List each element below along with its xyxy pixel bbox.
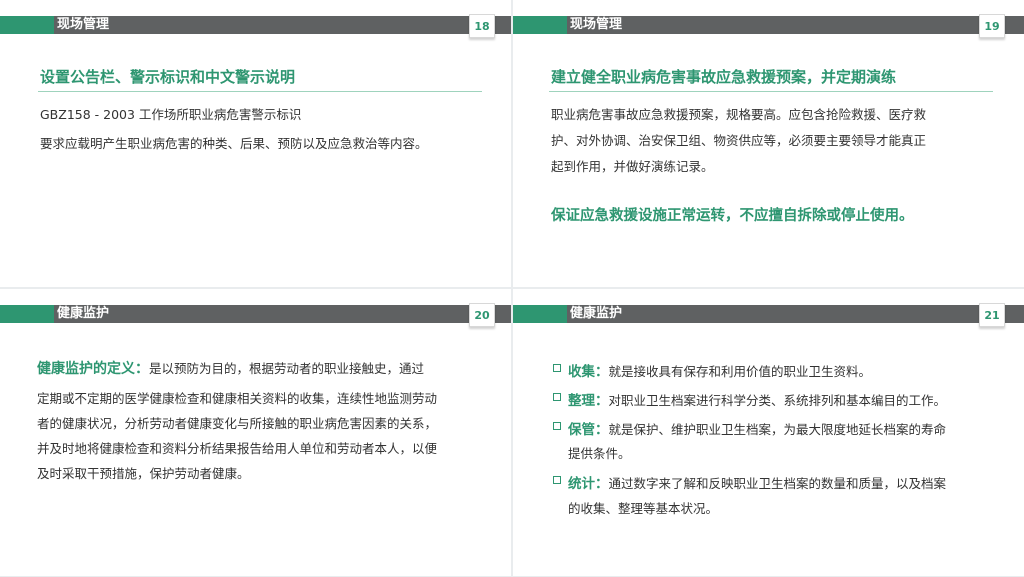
item-term: 统计： (568, 476, 609, 492)
item-text: 提供条件。 (568, 446, 631, 461)
body-line: 护、对外协调、治安保卫组、物资供应等，必须要主要领导才能真正 (551, 133, 927, 148)
item-text: 对职业卫生档案进行科学分类、系统排列和基本编目的工作。 (608, 393, 947, 408)
item-text: 就是保护、维护职业卫生档案，为最大限度地延长档案的寿命 (608, 422, 947, 437)
slide-20: 健康监护 20 健康监护的定义：是以预防为目的，根据劳动者的职业接触史，通过 定… (0, 289, 511, 576)
page-number: 18 (469, 14, 495, 38)
section-header: 健康监护 (0, 305, 511, 323)
item-text: 通过数字来了解和反映职业卫生档案的数量和质量，以及档案 (608, 476, 947, 491)
section-title: 现场管理 (57, 17, 110, 32)
slide-heading: 建立健全职业病危害事故应急救援预案，并定期演练 (551, 68, 897, 86)
item-term: 收集： (568, 364, 609, 380)
body-line: 者的健康状况，分析劳动者健康变化与所接触的职业病危害因素的关系， (37, 416, 438, 431)
body-line: 定期或不定期的医学健康检查和健康相关资料的收集，连续性地监测劳动 (37, 391, 438, 406)
slide-21: 健康监护 21 收集：就是接收具有保存和利用价值的职业卫生资料。 整理：对职业卫… (513, 289, 1024, 576)
item-term: 整理： (568, 393, 609, 409)
header-accent (513, 305, 567, 323)
section-header: 现场管理 (513, 16, 1024, 34)
section-title: 健康监护 (57, 306, 110, 321)
section-header: 健康监护 (513, 305, 1024, 323)
body-line: 职业病危害事故应急救援预案，规格要高。应包含抢险救援、医疗救 (551, 107, 927, 122)
definition-term: 健康监护的定义： (37, 361, 149, 377)
header-accent (0, 16, 54, 34)
section-header: 现场管理 (0, 16, 511, 34)
page-number: 21 (979, 303, 1005, 327)
slide-heading: 设置公告栏、警示标识和中文警示说明 (40, 68, 296, 86)
item-term: 保管： (568, 422, 609, 438)
slide-18: 现场管理 18 设置公告栏、警示标识和中文警示说明 GBZ158 - 2003 … (0, 0, 511, 287)
slide-19: 现场管理 19 建立健全职业病危害事故应急救援预案，并定期演练 职业病危害事故应… (513, 0, 1024, 287)
section-title: 现场管理 (570, 17, 623, 32)
heading-underline (549, 91, 993, 92)
body-line: GBZ158 - 2003 工作场所职业病危害警示标识 (40, 107, 302, 122)
definition-first-line: 健康监护的定义：是以预防为目的，根据劳动者的职业接触史，通过 (37, 358, 424, 378)
checkbox-bullet-icon (553, 476, 561, 484)
checkbox-bullet-icon (553, 422, 561, 430)
item-text: 就是接收具有保存和利用价值的职业卫生资料。 (608, 364, 872, 379)
checkbox-bullet-icon (553, 393, 561, 401)
page-number: 19 (979, 14, 1005, 38)
emphasis-statement: 保证应急救援设施正常运转，不应擅自拆除或停止使用。 (551, 208, 914, 224)
heading-underline (38, 91, 482, 92)
body-line: 并及时地将健康检查和资料分析结果报告给用人单位和劳动者本人，以便 (37, 441, 438, 456)
body-line: 要求应载明产生职业病危害的种类、后果、预防以及应急救治等内容。 (40, 136, 428, 151)
header-accent (0, 305, 54, 323)
page-number: 20 (469, 303, 495, 327)
section-title: 健康监护 (570, 306, 623, 321)
header-accent (513, 16, 567, 34)
checkbox-bullet-icon (553, 364, 561, 372)
body-line: 及时采取干预措施，保护劳动者健康。 (37, 466, 250, 481)
item-text: 的收集、整理等基本状况。 (568, 501, 719, 516)
body-line: 起到作用，并做好演练记录。 (551, 159, 714, 174)
body-line: 是以预防为目的，根据劳动者的职业接触史，通过 (149, 361, 425, 376)
